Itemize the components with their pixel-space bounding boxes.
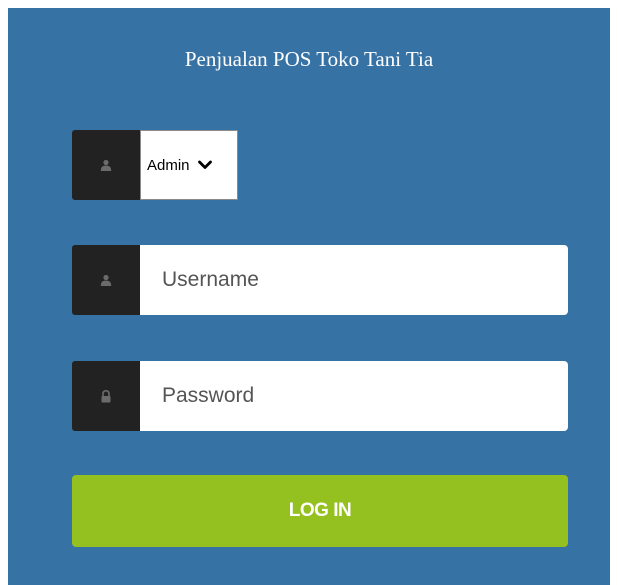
role-select-value: Admin	[147, 156, 190, 174]
username-placeholder: Username	[162, 268, 259, 291]
chevron-down-icon	[197, 160, 212, 170]
username-input[interactable]: Username	[140, 245, 568, 315]
page-title: Penjualan POS Toko Tani Tia	[184, 47, 434, 71]
role-select[interactable]: Admin	[140, 130, 238, 200]
user-icon	[100, 274, 112, 286]
password-input[interactable]: Password	[140, 361, 568, 431]
user-icon	[100, 159, 112, 171]
role-icon-box	[72, 130, 140, 200]
password-icon-box	[72, 361, 140, 431]
username-icon-box	[72, 245, 140, 315]
lock-icon	[100, 389, 112, 403]
login-panel: Penjualan POS Toko Tani Tia Admin Userna…	[8, 8, 610, 585]
password-placeholder: Password	[162, 384, 255, 407]
login-button[interactable]: LOG IN	[72, 475, 568, 547]
